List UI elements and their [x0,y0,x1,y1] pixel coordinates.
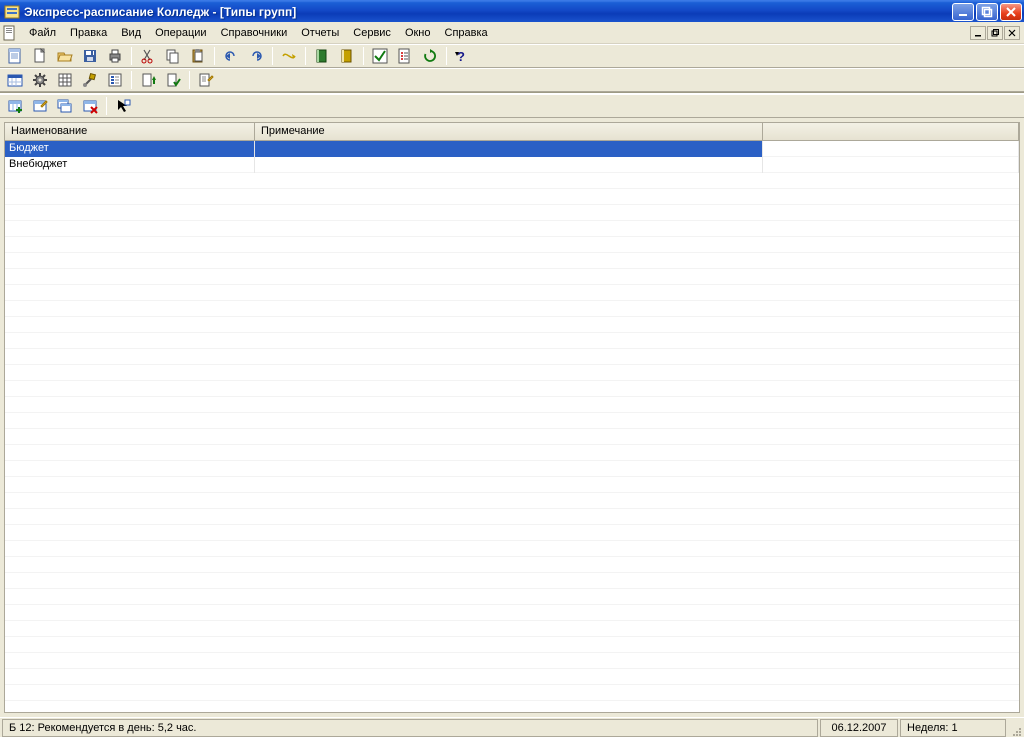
toolbar-separator [131,71,132,89]
svg-text:?: ? [457,49,465,64]
doc-check-icon[interactable] [162,69,184,91]
pick-icon[interactable] [112,95,134,117]
execute-icon[interactable] [278,45,300,67]
paste-icon[interactable] [187,45,209,67]
close-button[interactable] [1000,3,1022,21]
menu-reports[interactable]: Отчеты [294,24,346,42]
refresh-icon[interactable] [419,45,441,67]
mdi-minimize-button[interactable] [970,26,986,40]
menu-operations[interactable]: Операции [148,24,213,42]
resize-grip[interactable] [1008,719,1022,737]
main-toolbar-1: ? [0,44,1024,68]
check-icon[interactable] [369,45,391,67]
table-row[interactable]: Внебюджет [5,157,1019,173]
undo-icon[interactable] [220,45,242,67]
toolbar-separator [189,71,190,89]
mdi-restore-button[interactable] [987,26,1003,40]
grid-header: Наименование Примечание [5,123,1019,141]
table-row[interactable]: Бюджет [5,141,1019,157]
toolbar-separator [214,47,215,65]
toolbar-separator [305,47,306,65]
menu-window[interactable]: Окно [398,24,438,42]
cell-note [255,157,763,173]
edit-icon[interactable] [29,95,51,117]
toolbar-separator [446,47,447,65]
open-icon[interactable] [54,45,76,67]
menu-edit[interactable]: Правка [63,24,114,42]
cell-note [255,141,763,157]
doc-up-icon[interactable] [137,69,159,91]
status-bar: Б 12: Рекомендуется в день: 5,2 час. 06.… [0,717,1024,737]
maximize-button[interactable] [976,3,998,21]
minimize-button[interactable] [952,3,974,21]
print-icon[interactable] [104,45,126,67]
menu-service[interactable]: Сервис [346,24,398,42]
toolbar-separator [131,47,132,65]
mdi-doc-icon [2,25,18,41]
menu-help[interactable]: Справка [438,24,495,42]
menu-directories[interactable]: Справочники [214,24,295,42]
status-date: 06.12.2007 [820,719,898,737]
cell-name: Бюджет [5,141,255,157]
cell-name: Внебюджет [5,157,255,173]
grid-body[interactable]: БюджетВнебюджет [5,141,1019,712]
column-header-note[interactable]: Примечание [255,123,763,140]
task-icon[interactable] [394,45,416,67]
mdi-close-button[interactable] [1004,26,1020,40]
cell-empty [763,157,1019,173]
toolbar-separator [363,47,364,65]
menu-bar: Файл Правка Вид Операции Справочники Отч… [0,22,1024,44]
data-grid[interactable]: Наименование Примечание БюджетВнебюджет [4,122,1020,713]
redo-icon[interactable] [245,45,267,67]
book2-icon[interactable] [336,45,358,67]
props-icon[interactable] [104,69,126,91]
save-icon[interactable] [79,45,101,67]
new-icon[interactable] [29,45,51,67]
calendar-icon[interactable] [4,69,26,91]
edit-doc-icon[interactable] [195,69,217,91]
cell-empty [763,141,1019,157]
column-header-empty [763,123,1019,140]
copy-icon[interactable] [162,45,184,67]
status-main: Б 12: Рекомендуется в день: 5,2 час. [2,719,818,737]
main-toolbar-2 [0,68,1024,92]
book1-icon[interactable] [311,45,333,67]
app-icon [4,4,20,20]
window-title: Экспресс-расписание Колледж - [Типы груп… [24,5,296,19]
column-header-name[interactable]: Наименование [5,123,255,140]
tools-icon[interactable] [79,69,101,91]
delete-icon[interactable] [79,95,101,117]
grid-icon[interactable] [54,69,76,91]
add-icon[interactable] [4,95,26,117]
copy-row-icon[interactable] [54,95,76,117]
toolbar-separator [106,97,107,115]
help-icon[interactable]: ? [452,45,474,67]
sheet-icon[interactable] [4,45,26,67]
cut-icon[interactable] [137,45,159,67]
menu-file[interactable]: Файл [22,24,63,42]
toolbar-separator [272,47,273,65]
child-toolbar [0,94,1024,118]
title-bar: Экспресс-расписание Колледж - [Типы груп… [0,0,1024,22]
menu-view[interactable]: Вид [114,24,148,42]
status-week: Неделя: 1 [900,719,1006,737]
gear-icon[interactable] [29,69,51,91]
